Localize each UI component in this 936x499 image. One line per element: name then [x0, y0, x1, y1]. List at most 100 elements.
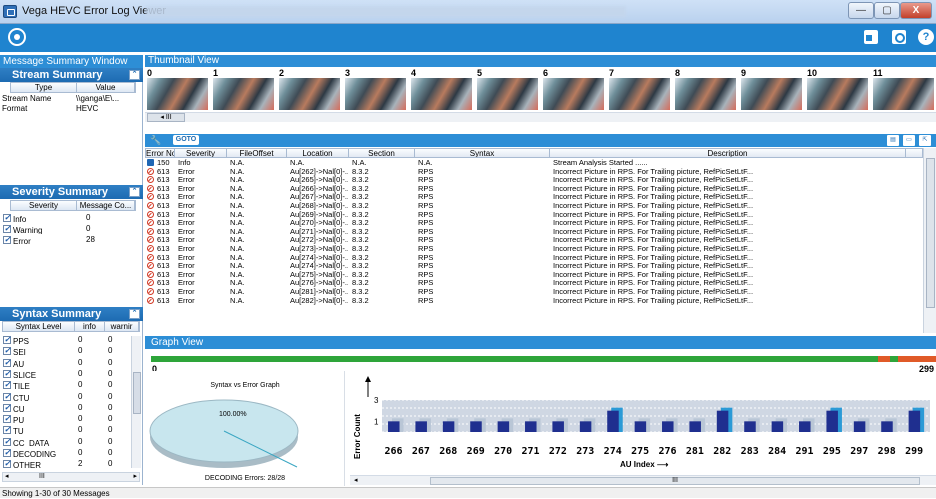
wrench-icon[interactable]: 🔧 [150, 135, 161, 145]
syntax-row[interactable]: CU00 [2, 403, 128, 413]
column-header[interactable]: FileOffset [227, 149, 287, 157]
table-row[interactable]: 613 Error N.A. Au[275]->Nal[0]-... 8.3.2 RPS I… [145, 270, 923, 280]
syntax-row[interactable]: AU00 [2, 358, 128, 368]
table-row[interactable]: 613 Error N.A. Au[272]->Nal[0]-... 8.3.2 RPS I… [145, 236, 923, 245]
checkbox[interactable] [3, 459, 11, 469]
syntax-row[interactable]: SLICE00 [2, 369, 128, 379]
checkbox[interactable] [3, 358, 11, 368]
bar[interactable] [442, 421, 455, 432]
stream-row[interactable]: Stream Name \\ganga\E\... [2, 94, 136, 104]
popout-icon[interactable]: ⇱ [919, 135, 931, 146]
checkbox[interactable] [3, 425, 11, 435]
frame-thumbnail[interactable] [279, 78, 340, 110]
checkbox[interactable] [3, 437, 11, 447]
frame-thumbnail[interactable] [807, 78, 868, 110]
frame-thumbnail[interactable] [741, 78, 802, 110]
goto-button[interactable]: GOTO [173, 135, 199, 145]
column-header[interactable]: warnir [105, 322, 139, 331]
column-header[interactable]: Message Co... [77, 201, 135, 210]
bar[interactable] [826, 410, 838, 432]
table-row[interactable]: 613 Error N.A. Au[270]->Nal[0]-... 8.3.2 RPS I… [145, 219, 923, 228]
graph-scrollbar[interactable]: ◂ III [350, 475, 936, 485]
table-row[interactable]: 613 Error N.A. Au[265]->Nal[0]-... 8.3.2 RPS I… [145, 176, 923, 185]
syntax-row[interactable]: TU00 [2, 425, 128, 435]
table-row[interactable]: 613 Error N.A. Au[266]->Nal[0]-... 8.3.2 RPS I… [145, 184, 923, 194]
checkbox[interactable] [3, 414, 11, 424]
frame-thumbnail[interactable] [873, 78, 934, 110]
checkbox[interactable] [3, 392, 11, 402]
column-header[interactable]: Severity [175, 149, 227, 157]
table-row[interactable]: 613 Error N.A. Au[268]->Nal[0]-... 8.3.2 RPS I… [145, 201, 923, 211]
scroll-left-icon[interactable]: ◂ [354, 476, 358, 484]
checkbox[interactable] [3, 235, 11, 245]
au-timeline[interactable] [151, 356, 936, 362]
table-row[interactable]: 613 Error N.A. Au[282]->Nal[0]-... 8.3.2 RPS I… [145, 296, 923, 306]
table-row[interactable]: 613 Error N.A. Au[269]->Nal[0]-... 8.3.2 RPS I… [145, 210, 923, 220]
frame-thumbnail[interactable] [147, 78, 208, 110]
timeline-error-marker[interactable] [878, 356, 890, 362]
checkbox[interactable] [3, 369, 11, 379]
syntax-hscrollbar[interactable]: ◂ III ▸ [2, 472, 140, 482]
checkbox[interactable] [3, 403, 11, 413]
column-header[interactable]: Severity [11, 201, 77, 210]
bar[interactable] [415, 421, 427, 432]
scroll-thumb[interactable] [133, 372, 141, 414]
minimize-button[interactable]: — [848, 2, 874, 19]
bar[interactable] [716, 410, 729, 432]
bar[interactable] [388, 421, 400, 432]
syntax-row[interactable]: TILE00 [2, 380, 128, 390]
table-row[interactable]: 150 Info N.A. N.A. N.A. N.A. Stream Analysis S… [145, 159, 923, 168]
severity-row[interactable]: Warning 0 [2, 224, 126, 234]
bar[interactable] [771, 421, 784, 432]
bar[interactable] [689, 421, 701, 432]
close-button[interactable]: X [900, 2, 932, 19]
column-header[interactable]: Section [349, 149, 415, 157]
help-icon[interactable]: ? [918, 29, 934, 45]
scroll-thumb[interactable]: ◂ III [147, 113, 185, 122]
table-row[interactable]: 613 Error N.A. Au[274]->Nal[0]-... 8.3.2 RPS I… [145, 253, 923, 263]
bar[interactable] [525, 421, 537, 432]
checkbox[interactable] [3, 448, 11, 458]
timeline-error-marker[interactable] [921, 356, 936, 362]
column-header[interactable]: Value [77, 83, 135, 92]
frame-thumbnail[interactable] [675, 78, 736, 110]
column-header[interactable]: info [75, 322, 105, 331]
syntax-row[interactable]: CC_DATA00 [2, 437, 128, 447]
scroll-grip[interactable]: III [39, 473, 45, 481]
table-row[interactable]: 613 Error N.A. Au[271]->Nal[0]-... 8.3.2 RPS I… [145, 227, 923, 237]
syntax-row[interactable]: SEI00 [2, 346, 128, 356]
table-scrollbar[interactable] [923, 148, 936, 333]
bar[interactable] [853, 421, 866, 432]
table-row[interactable]: 613 Error N.A. Au[262]->Nal[0]-... 8.3.2 RPS I… [145, 167, 923, 177]
checkbox[interactable] [3, 380, 11, 390]
frame-thumbnail[interactable] [477, 78, 538, 110]
scroll-thumb[interactable] [926, 158, 935, 308]
table-row[interactable]: 613 Error N.A. Au[267]->Nal[0]-... 8.3.2 RPS I… [145, 193, 923, 202]
sync-icon[interactable] [892, 30, 906, 44]
checkbox[interactable] [3, 335, 11, 345]
frame-thumbnail[interactable] [411, 78, 472, 110]
table-view-icon[interactable]: ▤ [887, 135, 899, 146]
export-icon[interactable] [864, 30, 878, 44]
bar[interactable] [662, 421, 674, 432]
frame-thumbnail[interactable] [213, 78, 274, 110]
table-row[interactable]: 613 Error N.A. Au[281]->Nal[0]-... 8.3.2 RPS I… [145, 287, 923, 297]
table-row[interactable]: 613 Error N.A. Au[274]->Nal[0]-... 8.3.2 RPS I… [145, 262, 923, 271]
syntax-row[interactable]: DECODING00 [2, 448, 128, 458]
table-row[interactable]: 613 Error N.A. Au[273]->Nal[0]-... 8.3.2 RPS I… [145, 244, 923, 254]
collapse-icon[interactable]: ⌃ [129, 187, 140, 197]
syntax-scrollbar[interactable] [131, 336, 141, 468]
detail-view-icon[interactable]: ▭ [903, 135, 915, 146]
checkbox[interactable] [3, 213, 11, 223]
frame-thumbnail[interactable] [345, 78, 406, 110]
checkbox[interactable] [3, 346, 11, 356]
collapse-icon[interactable]: ⌃ [129, 309, 140, 319]
column-header[interactable]: Error No [146, 149, 175, 157]
bar[interactable] [497, 421, 510, 432]
bar[interactable] [607, 410, 619, 432]
syntax-row[interactable]: OTHER20 [2, 459, 128, 469]
scroll-right-icon[interactable]: ▸ [133, 473, 137, 481]
maximize-button[interactable]: ▢ [874, 2, 900, 19]
column-header[interactable]: Description [550, 149, 906, 157]
syntax-row[interactable]: PPS00 [2, 335, 128, 345]
